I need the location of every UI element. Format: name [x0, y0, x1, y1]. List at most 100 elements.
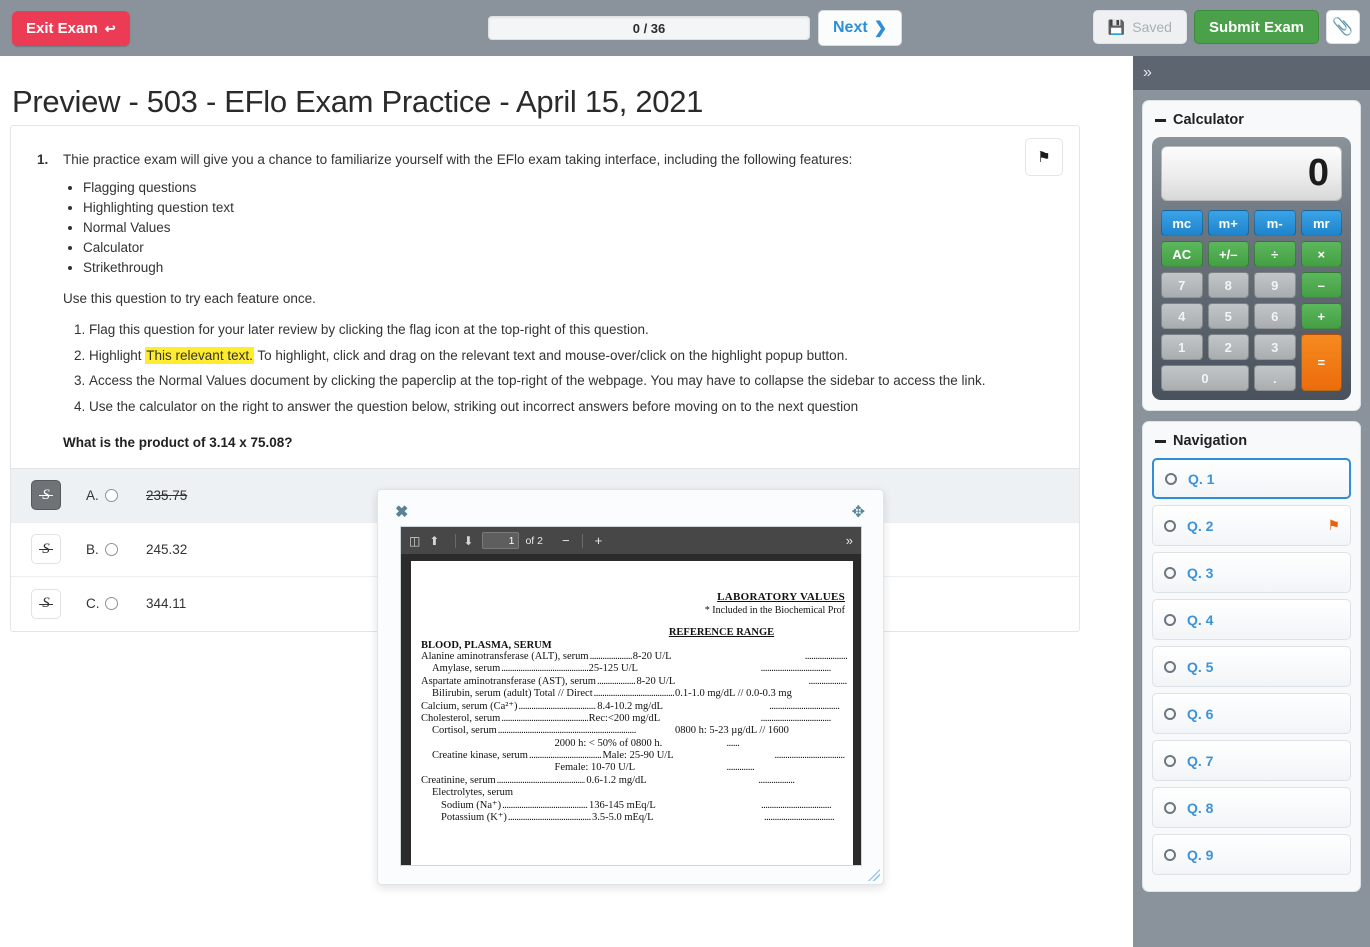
page-title: Preview - 503 - EFlo Exam Practice - Apr… — [12, 84, 704, 119]
flag-icon[interactable]: ⚑ — [1025, 138, 1063, 176]
sidebar-item-q5[interactable]: Q. 5 — [1152, 646, 1351, 687]
calc-key-mr[interactable]: mr — [1300, 210, 1342, 236]
calc-key-multiply[interactable]: × — [1300, 241, 1342, 267]
answer-radio[interactable] — [105, 597, 118, 610]
calculator-panel: Calculator 0 mc m+ m- mr AC +/– ÷ × 7 8 … — [1142, 100, 1361, 411]
sidebar-item-q2[interactable]: Q. 2 ⚑ — [1152, 505, 1351, 546]
question-status-icon — [1164, 801, 1176, 814]
calc-key-5[interactable]: 5 — [1207, 303, 1249, 329]
step-text: Use the calculator on the right to answe… — [89, 398, 859, 414]
pdf-viewer: ◫ ⬆ ⬇ 1 of 2 − + » LABORATORY VALUES * I… — [400, 526, 862, 866]
navigation-panel-header[interactable]: Navigation — [1155, 433, 1351, 449]
calc-key-1[interactable]: 1 — [1161, 334, 1203, 360]
answer-letter: A. — [86, 487, 99, 503]
calc-key-equals[interactable]: = — [1300, 334, 1342, 391]
strikethrough-button[interactable]: S — [31, 480, 61, 510]
saved-status-button[interactable]: 💾 Saved — [1092, 10, 1187, 44]
move-handle-icon[interactable]: ✥ — [852, 502, 865, 522]
question-status-icon — [1164, 519, 1176, 532]
answer-radio[interactable] — [105, 488, 118, 502]
leader-dots — [433, 762, 554, 774]
leader-dots: ........................................… — [589, 651, 632, 662]
list-item: Access the Normal Values document by cli… — [89, 371, 1053, 391]
reference-range-header: REFERENCE RANGE — [668, 627, 775, 638]
highlighted-text[interactable]: This relevant text. — [145, 346, 254, 364]
sidebar-item-q3[interactable]: Q. 3 — [1152, 552, 1351, 593]
lab-name: Alanine aminotransferase (ALT), serum — [421, 651, 589, 662]
chevron-double-right-icon[interactable]: » — [846, 533, 853, 548]
sidebar-item-q7[interactable]: Q. 7 — [1152, 740, 1351, 781]
calc-key-8[interactable]: 8 — [1207, 272, 1249, 298]
calc-key-3[interactable]: 3 — [1254, 334, 1296, 360]
lab-row: Sodium (Na⁺)............................… — [421, 800, 847, 812]
calculator-memory-row: mc m+ m- mr — [1161, 210, 1342, 236]
resize-handle-icon[interactable] — [868, 869, 880, 881]
leader-dots: ................. — [758, 774, 795, 786]
calc-key-subtract[interactable]: – — [1300, 272, 1342, 298]
zoom-out-button[interactable]: − — [562, 533, 570, 548]
leader-dots: ................................. — [769, 700, 840, 712]
sidebar-item-label: Q. 3 — [1187, 564, 1214, 581]
submit-exam-button[interactable]: Submit Exam — [1193, 10, 1319, 44]
leader-dots: ........................................… — [501, 712, 587, 724]
strikethrough-button[interactable]: S — [31, 588, 61, 619]
lab-name: Cholesterol, serum — [421, 712, 501, 724]
exit-exam-label: Exit Exam — [26, 19, 98, 37]
lab-name: Aspartate aminotransferase (AST), serum — [421, 675, 596, 687]
sidebar-item-q8[interactable]: Q. 8 — [1152, 787, 1351, 828]
leader-dots: ................................. — [760, 712, 832, 724]
zoom-in-button[interactable]: + — [595, 533, 603, 548]
lab-value: 8-20 U/L — [636, 675, 676, 687]
calc-key-mc[interactable]: mc — [1161, 210, 1203, 236]
lab-row: Electrolytes, serum — [421, 787, 847, 799]
sidebar-item-q1[interactable]: Q. 1 — [1152, 458, 1351, 499]
answer-radio[interactable] — [105, 542, 118, 556]
pdf-viewport[interactable]: LABORATORY VALUES * Included in the Bioc… — [401, 555, 861, 865]
calc-key-4[interactable]: 4 — [1161, 303, 1203, 329]
list-item: Normal Values — [83, 220, 1053, 235]
calculator-widget: 0 mc m+ m- mr AC +/– ÷ × 7 8 9 – 4 5 6 + — [1152, 137, 1351, 400]
calc-key-mminus[interactable]: m- — [1254, 210, 1296, 236]
question-status-icon — [1165, 472, 1177, 485]
calculator-panel-header[interactable]: Calculator — [1155, 112, 1351, 128]
paperclip-icon[interactable]: 📎 — [1326, 10, 1360, 44]
step-text: Highlight — [89, 347, 146, 363]
calc-key-mplus[interactable]: m+ — [1207, 210, 1249, 236]
sidebar-collapse-button[interactable]: » — [1133, 56, 1370, 90]
sidebar-item-q6[interactable]: Q. 6 — [1152, 693, 1351, 734]
calc-key-add[interactable]: + — [1300, 303, 1342, 329]
calc-key-2[interactable]: 2 — [1207, 334, 1249, 360]
list-item: Flag this question for your later review… — [89, 320, 1053, 340]
pdf-page-input[interactable]: 1 — [482, 532, 520, 549]
leader-dots: ........................................… — [497, 725, 637, 737]
lab-name: Potassium (K⁺) — [441, 811, 507, 823]
calc-key-0[interactable]: 0 — [1161, 365, 1249, 391]
leader-dots: ........................................… — [593, 688, 674, 700]
calc-key-decimal[interactable]: . — [1254, 365, 1296, 391]
progress-bar: 0 / 36 — [488, 16, 810, 40]
sidebar-item-q9[interactable]: Q. 9 — [1152, 834, 1351, 875]
chevron-double-right-icon: » — [1143, 64, 1152, 81]
lab-name: Cortisol, serum — [432, 725, 497, 737]
list-item: Flagging questions — [83, 180, 1053, 195]
calc-key-plusminus[interactable]: +/– — [1207, 241, 1249, 267]
calc-key-ac[interactable]: AC — [1161, 241, 1203, 267]
lab-name: Amylase, serum — [432, 663, 501, 675]
close-icon[interactable]: ✖ — [395, 502, 408, 522]
next-button[interactable]: Next ❯ — [818, 10, 903, 46]
calc-key-7[interactable]: 7 — [1161, 272, 1203, 298]
leader-dots: ................................. — [760, 663, 832, 675]
arrow-down-icon[interactable]: ⬇ — [463, 534, 473, 548]
lab-value: 3.5-5.0 mEq/L — [591, 811, 654, 823]
calc-key-divide[interactable]: ÷ — [1254, 241, 1296, 267]
right-sidebar: » Calculator 0 mc m+ m- mr AC +/– ÷ × 7 … — [1133, 56, 1370, 947]
strikethrough-button[interactable]: S — [31, 534, 61, 564]
sidebar-item-q4[interactable]: Q. 4 — [1152, 599, 1351, 640]
toggle-sidebar-icon[interactable]: ◫ — [409, 534, 420, 548]
leader-dots: ................................. — [804, 651, 847, 662]
arrow-up-icon[interactable]: ⬆ — [429, 534, 439, 548]
calc-key-6[interactable]: 6 — [1254, 303, 1296, 329]
lab-value: 136-145 mEq/L — [589, 799, 656, 811]
exit-exam-button[interactable]: Exit Exam ↩ — [12, 10, 130, 46]
calc-key-9[interactable]: 9 — [1254, 272, 1296, 298]
